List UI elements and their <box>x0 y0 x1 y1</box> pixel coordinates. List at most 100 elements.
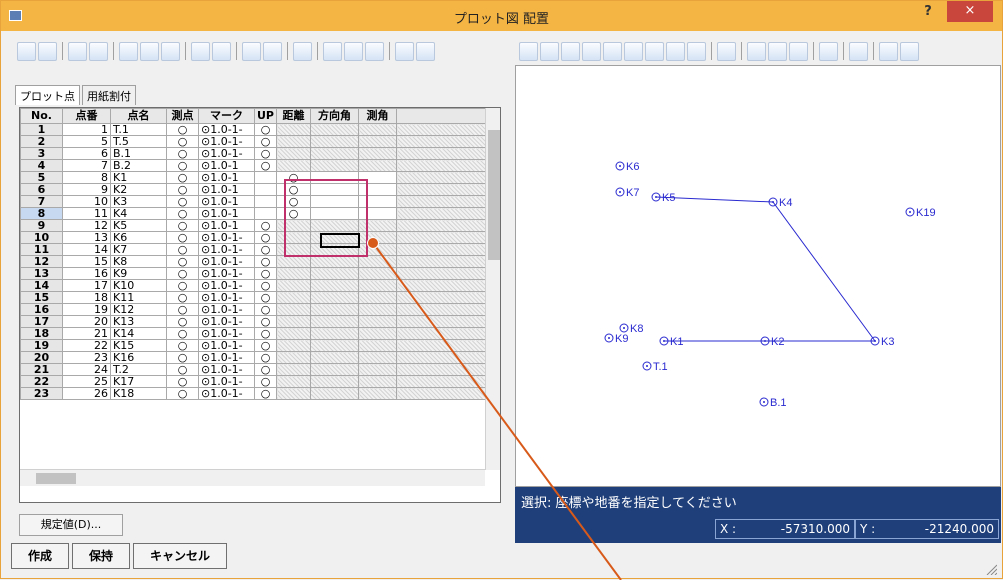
row-number[interactable]: 19 <box>20 339 63 352</box>
table-cell[interactable]: K12 <box>110 303 167 316</box>
table-cell[interactable]: ○ <box>166 267 199 280</box>
row-number[interactable]: 7 <box>20 195 63 208</box>
table-cell[interactable]: ⊙1.0-1 <box>198 207 255 220</box>
table-cell[interactable] <box>358 303 397 316</box>
angle-line-icon[interactable] <box>789 41 808 61</box>
table-cell[interactable]: ○ <box>166 327 199 340</box>
angle-icon[interactable] <box>323 41 342 61</box>
table-row[interactable]: 13 16 K9 ○ ⊙1.0-1- ○ <box>20 267 486 280</box>
table-cell[interactable]: ○ <box>166 387 199 400</box>
table-cell[interactable]: T.1 <box>110 123 167 136</box>
column-header[interactable]: 測角 <box>358 108 397 124</box>
table-cell[interactable]: ○ <box>166 159 199 172</box>
table-cell[interactable] <box>276 363 311 376</box>
table-row[interactable]: 17 20 K13 ○ ⊙1.0-1- ○ <box>20 315 486 328</box>
table-cell[interactable] <box>310 303 359 316</box>
table-row[interactable]: 21 24 T.2 ○ ⊙1.0-1- ○ <box>20 363 486 376</box>
table-cell[interactable]: ⊙1.0-1 <box>198 219 255 232</box>
hold-button[interactable]: 保持 <box>72 543 131 569</box>
table-cell[interactable]: T.2 <box>110 363 167 376</box>
table-cell[interactable]: 17 <box>62 279 111 292</box>
column-header[interactable]: UP <box>254 108 277 124</box>
table-cell[interactable]: K4 <box>110 207 167 220</box>
table-cell[interactable]: K8 <box>110 255 167 268</box>
row-number[interactable]: 15 <box>20 291 63 304</box>
flag-multi-icon[interactable] <box>879 41 898 61</box>
table-cell[interactable] <box>358 363 397 376</box>
table-cell[interactable]: ⊙1.0-1- <box>198 267 255 280</box>
table-cell[interactable]: ⊙1.0-1- <box>198 351 255 364</box>
table-cell[interactable]: 15 <box>62 255 111 268</box>
survey-icon[interactable] <box>365 41 384 61</box>
table-cell[interactable]: 12 <box>62 219 111 232</box>
table-cell[interactable]: ⊙1.0-1 <box>198 183 255 196</box>
table-cell[interactable]: ○ <box>254 387 277 400</box>
table-cell[interactable]: ○ <box>254 339 277 352</box>
layer-icon[interactable] <box>717 41 736 61</box>
help-button[interactable]: ? <box>917 4 939 24</box>
row-number[interactable]: 2 <box>20 135 63 148</box>
table-cell[interactable]: ○ <box>254 159 277 172</box>
pan-icon[interactable] <box>603 41 622 61</box>
table-cell[interactable]: B.1 <box>110 147 167 160</box>
table-cell[interactable]: ○ <box>254 279 277 292</box>
table-cell[interactable]: 13 <box>62 231 111 244</box>
table-cell[interactable]: T.5 <box>110 135 167 148</box>
table-cell[interactable]: ○ <box>166 255 199 268</box>
table-cell[interactable]: 11 <box>62 207 111 220</box>
table-cell[interactable]: ○ <box>166 375 199 388</box>
table-cell[interactable] <box>310 363 359 376</box>
tab-plot-points[interactable]: プロット点 <box>15 85 80 105</box>
table-cell[interactable]: ○ <box>166 279 199 292</box>
table-cell[interactable]: ○ <box>166 291 199 304</box>
table-cell[interactable]: ⊙1.0-1 <box>198 159 255 172</box>
vertical-scrollbar[interactable] <box>485 108 500 470</box>
table-cell[interactable]: ○ <box>254 327 277 340</box>
table-cell[interactable]: ⊙1.0-1- <box>198 327 255 340</box>
table-cell[interactable] <box>310 291 359 304</box>
table-cell[interactable]: ⊙1.0-1- <box>198 387 255 400</box>
table-cell[interactable]: ⊙1.0-1- <box>198 291 255 304</box>
points-icon[interactable] <box>191 41 210 61</box>
row-number[interactable]: 13 <box>20 267 63 280</box>
column-header[interactable]: 測点 <box>166 108 199 124</box>
row-number[interactable]: 6 <box>20 183 63 196</box>
zoom-area-icon[interactable] <box>582 41 601 61</box>
table-cell[interactable] <box>276 279 311 292</box>
table-row[interactable]: 5 8 K1 ○ ⊙1.0-1 ○ <box>20 171 486 184</box>
table-row[interactable]: 9 12 K5 ○ ⊙1.0-1 ○ <box>20 219 486 232</box>
table-cell[interactable] <box>276 339 311 352</box>
table-cell[interactable] <box>358 387 397 400</box>
table-cell[interactable] <box>276 135 311 148</box>
table-cell[interactable] <box>276 255 311 268</box>
table-cell[interactable]: 23 <box>62 351 111 364</box>
move-up-icon[interactable] <box>17 41 36 61</box>
table-cell[interactable]: ○ <box>166 183 199 196</box>
table-cell[interactable] <box>358 291 397 304</box>
resize-grip-icon[interactable] <box>985 563 997 575</box>
column-header[interactable]: 距離 <box>276 108 311 124</box>
table-cell[interactable]: ○ <box>254 219 277 232</box>
table-cell[interactable] <box>276 147 311 160</box>
table-cell[interactable]: ○ <box>254 375 277 388</box>
zoom-icon[interactable] <box>519 41 538 61</box>
table-cell[interactable] <box>358 351 397 364</box>
table-cell[interactable]: K14 <box>110 327 167 340</box>
table-cell[interactable]: 20 <box>62 315 111 328</box>
zoom-out-icon[interactable] <box>561 41 580 61</box>
table-row[interactable]: 3 6 B.1 ○ ⊙1.0-1- ○ <box>20 147 486 160</box>
column-header[interactable]: No. <box>20 108 63 124</box>
cancel-button[interactable]: キャンセル <box>133 543 228 569</box>
line-icon[interactable] <box>747 41 766 61</box>
table-cell[interactable]: ○ <box>166 363 199 376</box>
table-cell[interactable]: ○ <box>166 171 199 184</box>
table-cell[interactable]: ○ <box>254 303 277 316</box>
row-number[interactable]: 5 <box>20 171 63 184</box>
column-header[interactable]: マーク <box>198 108 255 124</box>
grid-icon[interactable] <box>293 41 312 61</box>
chart-icon[interactable] <box>212 41 231 61</box>
table-cell[interactable]: ○ <box>166 219 199 232</box>
traverse-icon[interactable] <box>344 41 363 61</box>
table-cell[interactable]: ⊙1.0-1- <box>198 243 255 256</box>
table-cell[interactable]: 6 <box>62 147 111 160</box>
